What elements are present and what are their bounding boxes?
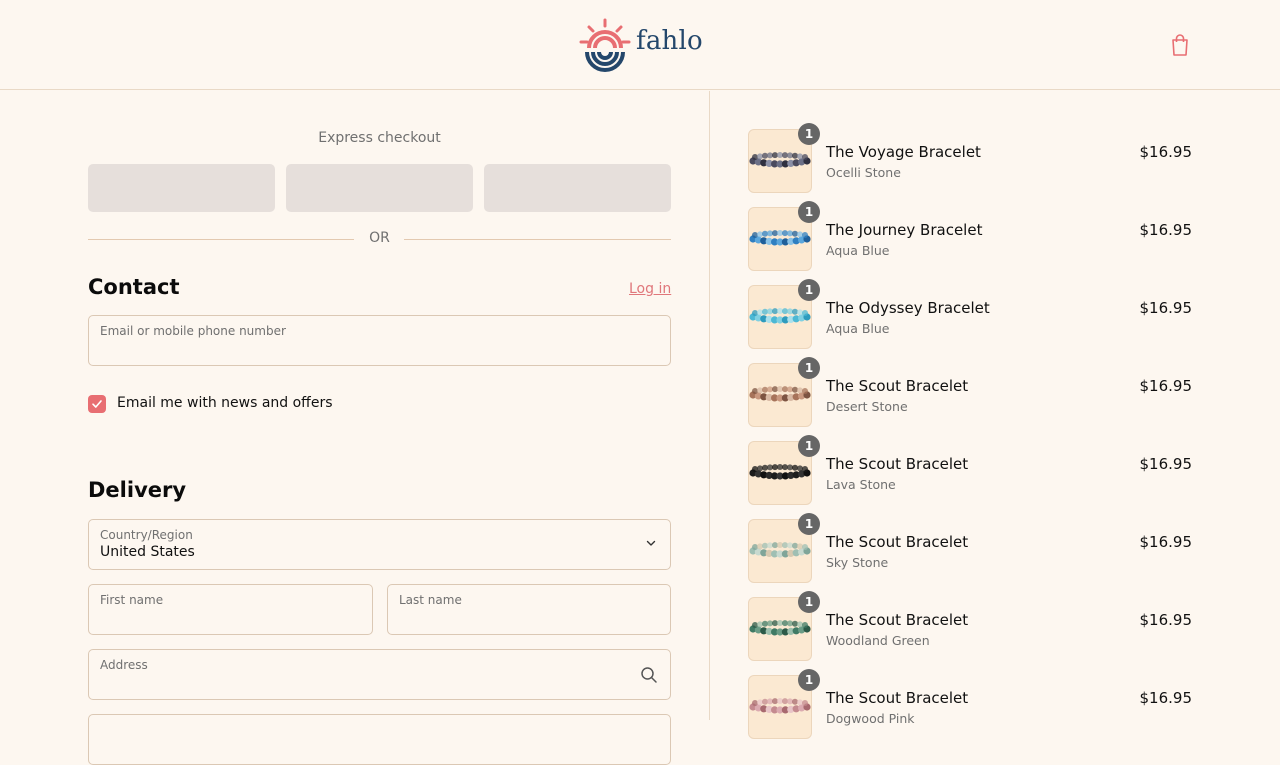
product-name: The Scout Bracelet	[826, 689, 969, 707]
product-thumbnail: 1	[748, 201, 820, 271]
product-price: $16.95	[1139, 377, 1193, 395]
product-price: $16.95	[1139, 455, 1193, 473]
country-select[interactable]: Country/Region United States	[88, 519, 671, 570]
product-price: $16.95	[1139, 143, 1193, 161]
product-variant: Aqua Blue	[826, 243, 890, 258]
or-text: OR	[369, 230, 390, 246]
login-link[interactable]: Log in	[629, 281, 671, 297]
product-price: $16.95	[1139, 533, 1193, 551]
divider-line	[404, 239, 671, 240]
product-price: $16.95	[1139, 299, 1193, 317]
country-label: Country/Region	[100, 528, 193, 542]
product-thumbnail: 1	[748, 123, 820, 193]
quantity-badge: 1	[798, 435, 820, 457]
or-divider: OR	[88, 229, 671, 249]
express-checkout-title: Express checkout	[318, 130, 441, 146]
order-item: 1 The Scout Bracelet Woodland Green $16.95	[748, 591, 1193, 661]
order-item: 1 The Journey Bracelet Aqua Blue $16.95	[748, 201, 1193, 271]
quantity-badge: 1	[798, 669, 820, 691]
logo-text: fahlo	[636, 26, 703, 56]
address-label: Address	[100, 658, 148, 672]
quantity-badge: 1	[798, 201, 820, 223]
quantity-badge: 1	[798, 123, 820, 145]
product-variant: Desert Stone	[826, 399, 908, 414]
product-thumbnail: 1	[748, 435, 820, 505]
fahlo-logo[interactable]: fahlo	[578, 18, 703, 72]
newsletter-label: Email me with news and offers	[117, 395, 333, 411]
product-thumbnail: 1	[748, 513, 820, 583]
product-price: $16.95	[1139, 221, 1193, 239]
product-variant: Lava Stone	[826, 477, 896, 492]
product-thumbnail: 1	[748, 669, 820, 739]
address-line-2-field[interactable]	[88, 714, 671, 765]
product-name: The Journey Bracelet	[826, 221, 983, 239]
product-variant: Woodland Green	[826, 633, 930, 648]
order-item: 1 The Odyssey Bracelet Aqua Blue $16.95	[748, 279, 1193, 349]
last-name-field[interactable]: Last name	[387, 584, 671, 635]
order-item: 1 The Scout Bracelet Lava Stone $16.95	[748, 435, 1193, 505]
order-item: 1 The Scout Bracelet Sky Stone $16.95	[748, 513, 1193, 583]
product-name: The Scout Bracelet	[826, 533, 969, 551]
product-variant: Dogwood Pink	[826, 711, 915, 726]
newsletter-checkbox[interactable]	[88, 395, 106, 413]
product-variant: Aqua Blue	[826, 321, 890, 336]
quantity-badge: 1	[798, 513, 820, 535]
product-name: The Voyage Bracelet	[826, 143, 981, 161]
email-field-label: Email or mobile phone number	[100, 324, 286, 338]
shopping-bag-icon	[1172, 34, 1188, 56]
order-item: 1 The Scout Bracelet Dogwood Pink $16.95	[748, 669, 1193, 739]
delivery-heading: Delivery	[88, 478, 187, 502]
contact-heading: Contact	[88, 275, 180, 299]
first-name-label: First name	[100, 593, 164, 607]
product-name: The Scout Bracelet	[826, 611, 969, 629]
product-price: $16.95	[1139, 611, 1193, 629]
header: fahlo	[0, 0, 1280, 90]
search-icon	[641, 667, 657, 683]
product-price: $16.95	[1139, 689, 1193, 707]
last-name-label: Last name	[399, 593, 462, 607]
express-pay-button-2[interactable]	[286, 164, 473, 212]
country-value: United States	[100, 544, 195, 560]
product-variant: Ocelli Stone	[826, 165, 901, 180]
cart-button[interactable]	[1168, 32, 1192, 58]
quantity-badge: 1	[798, 591, 820, 613]
product-thumbnail: 1	[748, 357, 820, 427]
first-name-field[interactable]: First name	[88, 584, 373, 635]
product-thumbnail: 1	[748, 591, 820, 661]
quantity-badge: 1	[798, 279, 820, 301]
product-name: The Scout Bracelet	[826, 455, 969, 473]
email-field[interactable]: Email or mobile phone number	[88, 315, 671, 366]
address-field[interactable]: Address	[88, 649, 671, 700]
product-variant: Sky Stone	[826, 555, 889, 570]
express-pay-button-3[interactable]	[484, 164, 671, 212]
product-thumbnail: 1	[748, 279, 820, 349]
product-name: The Odyssey Bracelet	[826, 299, 990, 317]
express-pay-button-1[interactable]	[88, 164, 275, 212]
chevron-down-icon	[646, 540, 656, 546]
sun-logo-icon	[579, 18, 631, 72]
product-name: The Scout Bracelet	[826, 377, 969, 395]
order-item: 1 The Scout Bracelet Desert Stone $16.95	[748, 357, 1193, 427]
order-item: 1 The Voyage Bracelet Ocelli Stone $16.95	[748, 123, 1193, 193]
checkmark-icon	[92, 400, 102, 408]
quantity-badge: 1	[798, 357, 820, 379]
